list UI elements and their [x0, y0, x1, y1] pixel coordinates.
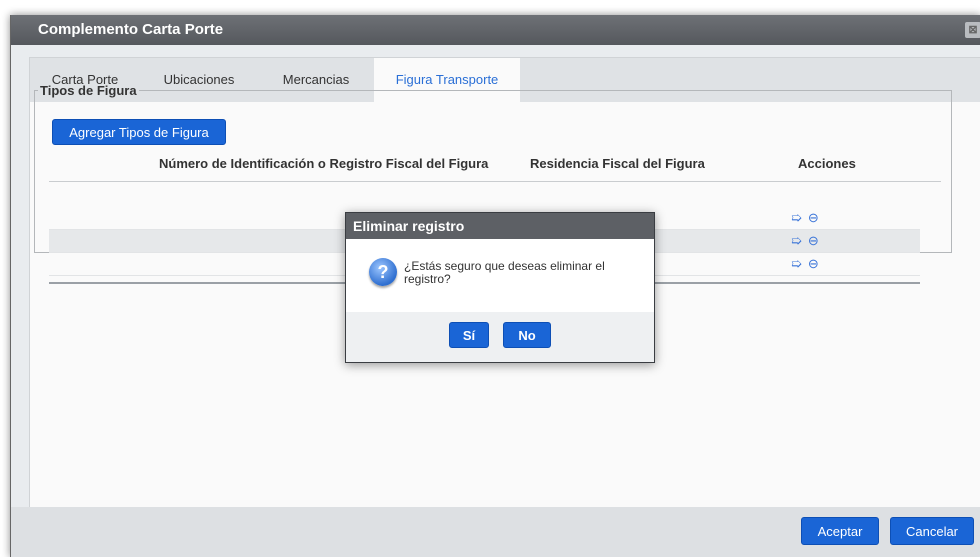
- remove-icon[interactable]: ⊖: [808, 256, 819, 271]
- column-header-acciones: Acciones: [798, 156, 856, 171]
- yes-button[interactable]: Sí: [449, 322, 489, 348]
- dialog-title: Eliminar registro: [346, 213, 654, 239]
- cancel-button[interactable]: Cancelar: [890, 517, 974, 545]
- edit-icon[interactable]: ➯: [791, 233, 802, 248]
- edit-icon[interactable]: ➯: [791, 256, 802, 271]
- window-footer: Aceptar Cancelar: [11, 507, 980, 557]
- remove-icon[interactable]: ⊖: [808, 233, 819, 248]
- question-icon: ?: [369, 258, 397, 286]
- page-background-edge: [0, 15, 10, 557]
- row-actions: ➯ ⊖: [791, 256, 825, 272]
- window-titlebar: Complemento Carta Porte ⊠: [11, 15, 980, 45]
- column-header-identificacion: Número de Identificación o Registro Fisc…: [159, 156, 489, 171]
- column-header-residencia: Residencia Fiscal del Figura: [530, 156, 705, 171]
- edit-icon[interactable]: ➯: [791, 210, 802, 225]
- window-title: Complemento Carta Porte: [38, 21, 224, 38]
- row-actions: ➯ ⊖: [791, 233, 825, 249]
- add-tipos-de-figura-button[interactable]: Agregar Tipos de Figura: [52, 119, 226, 145]
- no-button[interactable]: No: [503, 322, 551, 348]
- dialog-body: ? ¿Estás seguro que deseas eliminar el r…: [346, 239, 654, 311]
- group-legend: Tipos de Figura: [40, 83, 137, 98]
- accept-button[interactable]: Aceptar: [801, 517, 879, 545]
- confirm-delete-dialog: Eliminar registro ? ¿Estás seguro que de…: [345, 212, 655, 363]
- dialog-footer: Sí No: [346, 312, 654, 362]
- table-header: Número de Identificación o Registro Fisc…: [49, 145, 941, 182]
- dialog-message: ¿Estás seguro que deseas eliminar el reg…: [404, 259, 605, 286]
- remove-icon[interactable]: ⊖: [808, 210, 819, 225]
- row-actions: ➯ ⊖: [791, 210, 825, 226]
- close-icon[interactable]: ⊠: [965, 22, 980, 38]
